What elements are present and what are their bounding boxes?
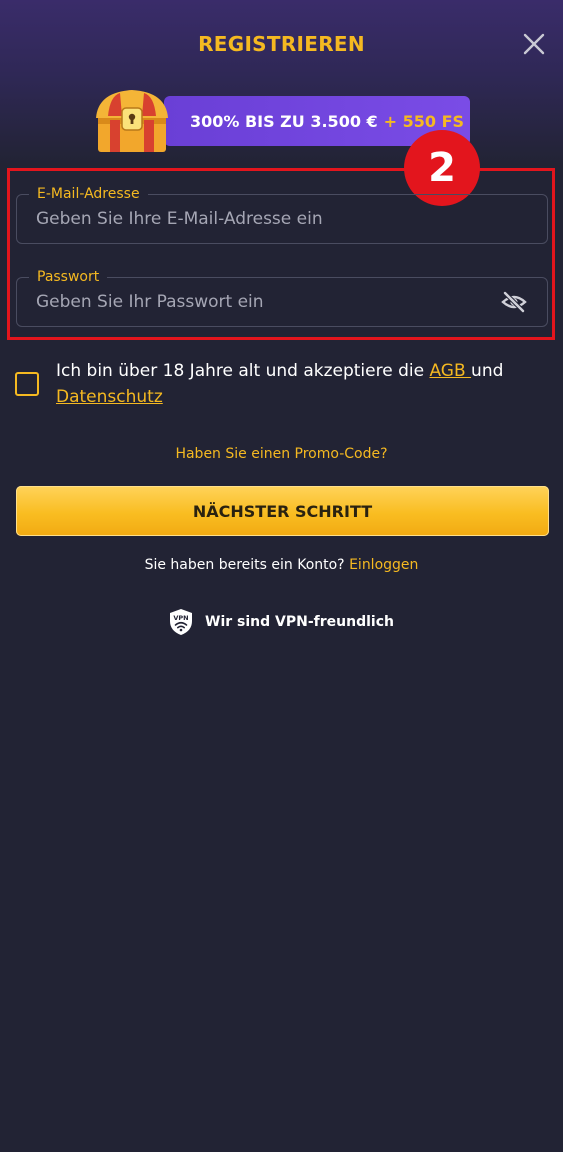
- eye-off-icon[interactable]: [501, 291, 527, 313]
- privacy-link[interactable]: Datenschutz: [56, 387, 163, 407]
- terms-checkbox[interactable]: [15, 372, 39, 396]
- email-field: E-Mail-Adresse: [16, 185, 548, 244]
- next-step-button[interactable]: NÄCHSTER SCHRITT: [16, 486, 549, 536]
- page-title: REGISTRIEREN: [198, 32, 365, 56]
- bonus-free-spins: + 550 FS: [383, 111, 465, 131]
- terms-text-middle: und: [471, 361, 504, 381]
- terms-text-before: Ich bin über 18 Jahre alt und akzeptiere…: [56, 361, 430, 381]
- vpn-notice: VPN Wir sind VPN-freundlich: [0, 608, 563, 636]
- login-prompt: Sie haben bereits ein Konto? Einloggen: [0, 557, 563, 573]
- password-label: Passwort: [29, 268, 108, 286]
- agb-link[interactable]: AGB: [429, 361, 471, 381]
- password-field: Passwort: [16, 268, 548, 327]
- vpn-label: Wir sind VPN-freundlich: [205, 614, 394, 630]
- terms-text: Ich bin über 18 Jahre alt und akzeptiere…: [56, 358, 546, 410]
- login-prompt-text: Sie haben bereits ein Konto?: [144, 557, 345, 573]
- login-link[interactable]: Einloggen: [349, 557, 418, 573]
- treasure-chest-icon: [96, 90, 168, 152]
- close-icon[interactable]: [520, 30, 548, 58]
- vpn-icon-text: VPN: [173, 614, 188, 622]
- email-label: E-Mail-Adresse: [29, 185, 148, 203]
- promo-code-link[interactable]: Haben Sie einen Promo-Code?: [0, 446, 563, 462]
- bonus-main-text: 300% BIS ZU 3.500 €: [189, 111, 378, 131]
- vpn-shield-icon: VPN: [170, 609, 193, 635]
